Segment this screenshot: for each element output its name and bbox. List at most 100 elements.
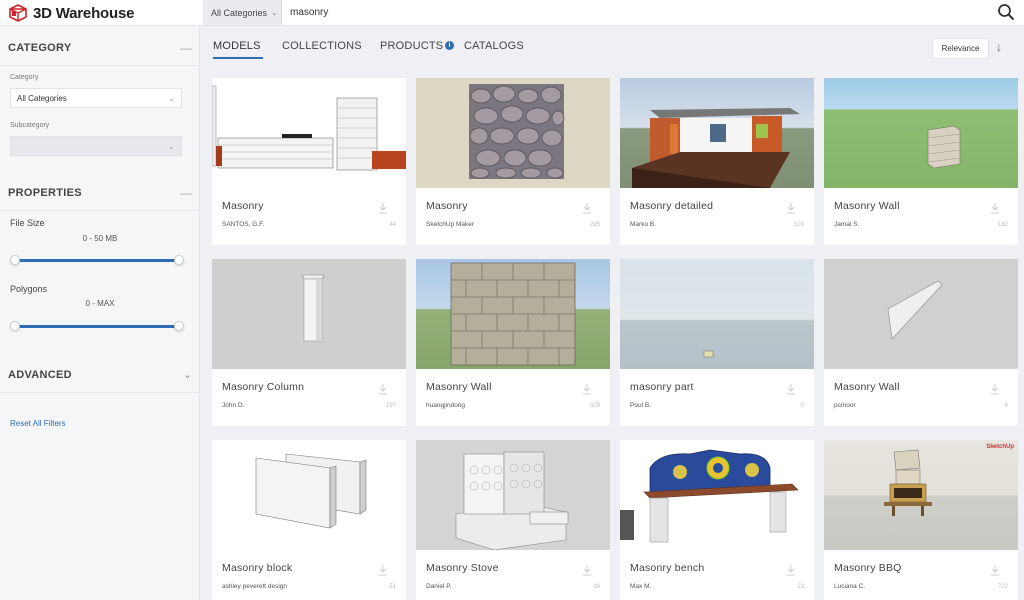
search-icon	[998, 4, 1015, 21]
model-thumbnail	[824, 78, 1018, 188]
model-card[interactable]: Masonry Wall huangjindong 329	[416, 259, 610, 426]
download-count: 329	[589, 403, 600, 409]
slider-max-handle[interactable]	[174, 255, 184, 265]
collapse-icon[interactable]: —	[180, 41, 192, 55]
download-count: 182	[997, 222, 1008, 228]
slider-max-handle[interactable]	[174, 321, 184, 331]
download-icon[interactable]	[786, 564, 796, 576]
download-icon[interactable]	[990, 383, 1000, 395]
model-card[interactable]: Masonry bench Max M. 23	[620, 440, 814, 600]
model-author[interactable]: Daniel P.	[426, 583, 452, 590]
model-card[interactable]: Masonry detailed Marko B. 103	[620, 78, 814, 245]
polygons-label: Polygons	[10, 284, 48, 294]
download-count: 16	[593, 584, 600, 590]
model-card[interactable]: Masonry Column John D. 197	[212, 259, 406, 426]
category-select-label: All Categories	[211, 7, 268, 18]
model-card[interactable]: Masonry SANTOS, G.F. 44	[212, 78, 406, 245]
download-icon[interactable]	[786, 202, 796, 214]
model-thumbnail	[620, 78, 814, 188]
model-title[interactable]: Masonry Wall	[426, 381, 492, 393]
model-card[interactable]: Masonry block ashley peverett design 51	[212, 440, 406, 600]
slider-min-handle[interactable]	[10, 255, 20, 265]
warehouse-logo-icon	[9, 4, 27, 22]
model-title[interactable]: Masonry Column	[222, 381, 304, 393]
download-icon[interactable]	[378, 383, 388, 395]
download-icon[interactable]	[582, 564, 592, 576]
model-card[interactable]: Masonry Stove Daniel P. 16	[416, 440, 610, 600]
download-icon[interactable]	[582, 383, 592, 395]
advanced-section-title: ADVANCED	[8, 368, 72, 381]
collapse-icon[interactable]: —	[180, 186, 192, 200]
model-title[interactable]: Masonry Wall	[834, 381, 900, 393]
model-author[interactable]: pcmoor	[834, 402, 856, 409]
category-select[interactable]: All Categories ⌄	[203, 0, 282, 25]
polygons-range: 0 - MAX	[85, 299, 115, 308]
model-title[interactable]: Masonry	[426, 200, 468, 212]
tab-products[interactable]: PRODUCTS	[380, 40, 443, 52]
model-title[interactable]: Masonry block	[222, 562, 292, 574]
category-dropdown[interactable]: All Categories ⌄	[10, 88, 182, 108]
category-section-header[interactable]: CATEGORY —	[0, 30, 200, 66]
model-card[interactable]: Masonry SketchUp Maker 295	[416, 78, 610, 245]
model-thumbnail	[824, 259, 1018, 369]
model-author[interactable]: Jamal S.	[834, 221, 859, 228]
category-field-label: Category	[10, 74, 39, 81]
properties-section-header[interactable]: PROPERTIES —	[0, 175, 200, 211]
download-icon[interactable]	[378, 564, 388, 576]
info-icon[interactable]: i	[445, 41, 454, 50]
model-title[interactable]: masonry part	[630, 381, 694, 393]
chevron-down-icon[interactable]: ⌄	[183, 368, 192, 381]
sort-dropdown[interactable]: Relevance	[932, 38, 989, 59]
model-thumbnail	[416, 259, 610, 369]
model-author[interactable]: Marko B.	[630, 221, 656, 228]
category-section-title: CATEGORY	[8, 41, 72, 54]
model-title[interactable]: Masonry Wall	[834, 200, 900, 212]
model-card[interactable]: Masonry Wall pcmoor 4	[824, 259, 1018, 426]
file-size-label: File Size	[10, 218, 45, 228]
model-author[interactable]: Max M.	[630, 583, 651, 590]
model-author[interactable]: Luciana C.	[834, 583, 865, 590]
tab-catalogs[interactable]: CATALOGS	[464, 40, 524, 52]
subcategory-field-label: Subcategory	[10, 122, 50, 129]
sort-direction-icon[interactable]: ↓	[996, 40, 1002, 54]
download-icon[interactable]	[990, 202, 1000, 214]
slider-min-handle[interactable]	[10, 321, 20, 331]
tab-collections[interactable]: COLLECTIONS	[282, 40, 362, 52]
search-input[interactable]	[282, 0, 982, 25]
model-title[interactable]: Masonry BBQ	[834, 562, 902, 574]
model-author[interactable]: ashley peverett design	[222, 583, 287, 590]
reset-filters-link[interactable]: Reset All Filters	[10, 419, 66, 428]
download-count: 295	[589, 222, 600, 228]
subcategory-dropdown[interactable]: ⌄	[10, 136, 182, 156]
category-dropdown-value: All Categories	[17, 93, 67, 103]
download-icon[interactable]	[786, 383, 796, 395]
download-icon[interactable]	[990, 564, 1000, 576]
top-bar: 3D Warehouse All Categories ⌄	[0, 0, 1024, 26]
file-size-slider[interactable]	[10, 255, 184, 265]
advanced-section-header[interactable]: ADVANCED ⌄	[0, 357, 200, 393]
model-author[interactable]: John D.	[222, 402, 244, 409]
model-thumbnail	[620, 440, 814, 550]
model-author[interactable]: SANTOS, G.F.	[222, 221, 264, 228]
chevron-down-icon: ⌄	[168, 141, 175, 151]
tab-models[interactable]: MODELS	[213, 40, 261, 52]
model-card[interactable]: masonry part Poul B. 0	[620, 259, 814, 426]
model-author[interactable]: Poul B.	[630, 402, 651, 409]
model-thumbnail	[212, 259, 406, 369]
model-card[interactable]: Masonry Wall Jamal S. 182	[824, 78, 1018, 245]
model-author[interactable]: huangjindong	[426, 402, 465, 409]
polygons-slider[interactable]	[10, 321, 184, 331]
download-icon[interactable]	[378, 202, 388, 214]
logo[interactable]: 3D Warehouse	[8, 2, 134, 24]
logo-text: 3D Warehouse	[33, 4, 135, 22]
chevron-down-icon: ⌄	[271, 8, 278, 17]
model-title[interactable]: Masonry detailed	[630, 200, 713, 212]
download-count: 103	[793, 222, 804, 228]
download-icon[interactable]	[582, 202, 592, 214]
model-card[interactable]: SketchUp Masonry BBQ Luciana C. 722	[824, 440, 1018, 600]
model-title[interactable]: Masonry bench	[630, 562, 704, 574]
search-button[interactable]	[994, 0, 1018, 24]
model-author[interactable]: SketchUp Maker	[426, 221, 474, 228]
model-title[interactable]: Masonry Stove	[426, 562, 499, 574]
model-title[interactable]: Masonry	[222, 200, 264, 212]
